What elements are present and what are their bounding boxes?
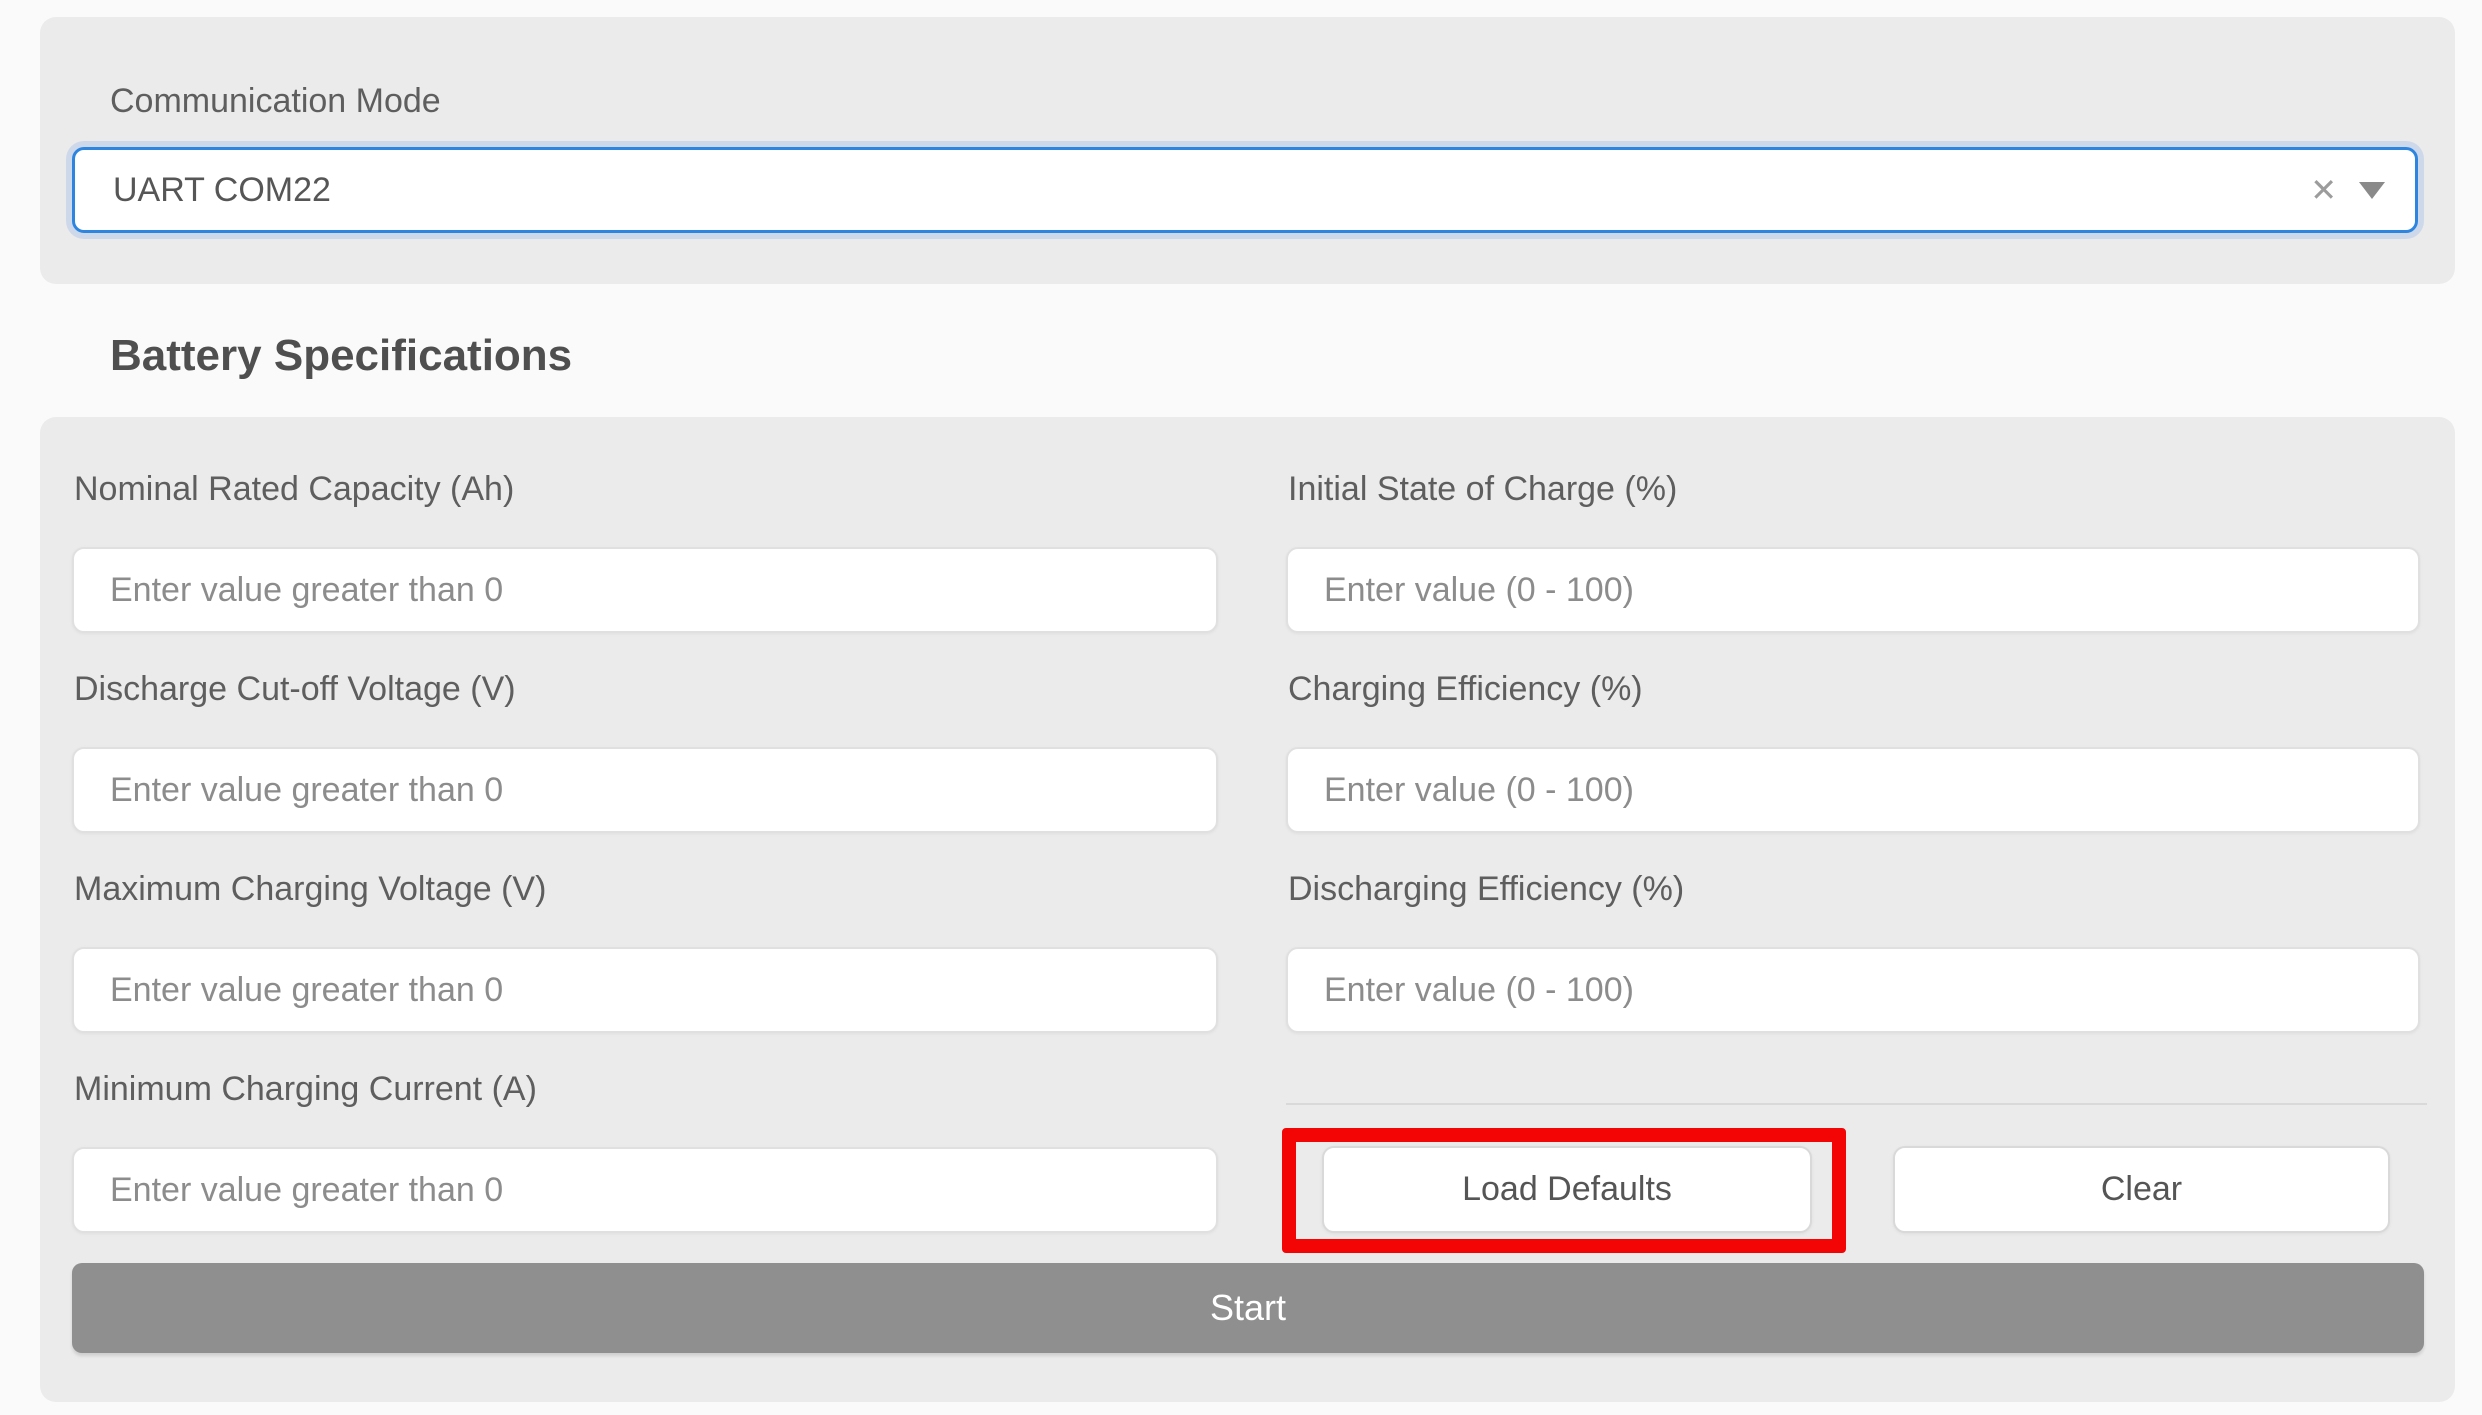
field-nominal-rated-capacity: Nominal Rated Capacity (Ah) — [72, 468, 1218, 633]
communication-mode-label: Communication Mode — [110, 80, 441, 122]
field-minimum-charging-current: Minimum Charging Current (A) — [72, 1068, 1218, 1233]
minimum-charging-current-label: Minimum Charging Current (A) — [74, 1068, 1218, 1110]
field-initial-state-of-charge: Initial State of Charge (%) — [1286, 468, 2420, 633]
field-maximum-charging-voltage: Maximum Charging Voltage (V) — [72, 868, 1218, 1033]
discharging-efficiency-label: Discharging Efficiency (%) — [1288, 868, 2420, 910]
battery-specs-panel: Nominal Rated Capacity (Ah) Discharge Cu… — [40, 417, 2455, 1402]
charging-efficiency-input[interactable] — [1286, 747, 2420, 833]
app-window: Communication Mode UART COM22 ✕ Battery … — [0, 0, 2482, 1415]
clear-button[interactable]: Clear — [1893, 1146, 2390, 1233]
initial-state-of-charge-label: Initial State of Charge (%) — [1288, 468, 2420, 510]
charging-efficiency-label: Charging Efficiency (%) — [1288, 668, 2420, 710]
communication-mode-value: UART COM22 — [113, 171, 331, 210]
field-discharge-cutoff-voltage: Discharge Cut-off Voltage (V) — [72, 668, 1218, 833]
clear-selection-icon[interactable]: ✕ — [2310, 174, 2337, 206]
discharge-cutoff-voltage-label: Discharge Cut-off Voltage (V) — [74, 668, 1218, 710]
field-discharging-efficiency: Discharging Efficiency (%) — [1286, 868, 2420, 1033]
discharge-cutoff-voltage-input[interactable] — [72, 747, 1218, 833]
load-defaults-button[interactable]: Load Defaults — [1322, 1146, 1812, 1233]
nominal-rated-capacity-label: Nominal Rated Capacity (Ah) — [74, 468, 1218, 510]
maximum-charging-voltage-label: Maximum Charging Voltage (V) — [74, 868, 1218, 910]
maximum-charging-voltage-input[interactable] — [72, 947, 1218, 1033]
start-button[interactable]: Start — [72, 1263, 2424, 1353]
page-title: Battery Specifications — [110, 330, 572, 382]
chevron-down-icon[interactable] — [2359, 182, 2385, 199]
minimum-charging-current-input[interactable] — [72, 1147, 1218, 1233]
communication-panel: Communication Mode UART COM22 ✕ — [40, 17, 2455, 284]
discharging-efficiency-input[interactable] — [1286, 947, 2420, 1033]
select-icons: ✕ — [2310, 174, 2385, 206]
field-charging-efficiency: Charging Efficiency (%) — [1286, 668, 2420, 833]
communication-mode-select[interactable]: UART COM22 ✕ — [72, 147, 2418, 233]
initial-state-of-charge-input[interactable] — [1286, 547, 2420, 633]
buttons-divider — [1286, 1103, 2427, 1105]
nominal-rated-capacity-input[interactable] — [72, 547, 1218, 633]
